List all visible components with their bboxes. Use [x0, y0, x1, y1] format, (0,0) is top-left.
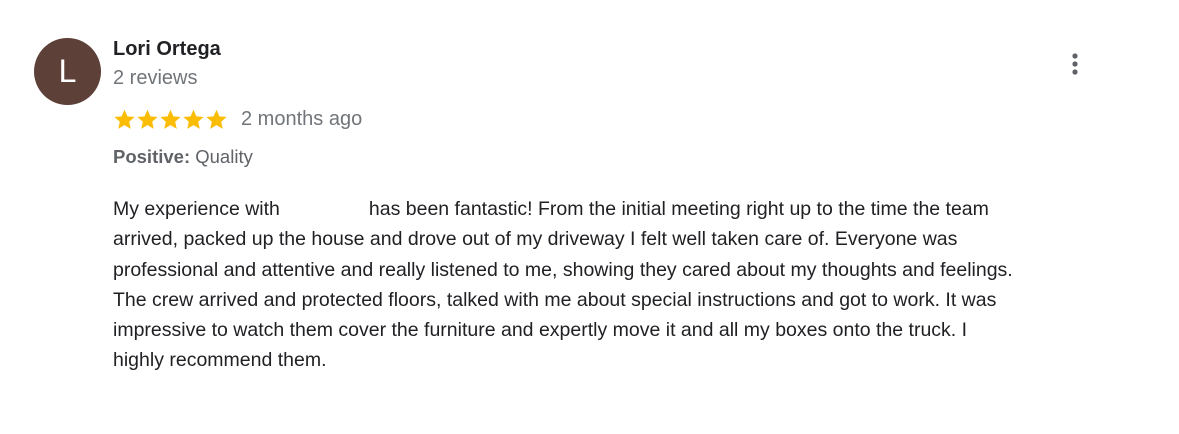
reviewer-name[interactable]: Lori Ortega — [113, 38, 221, 61]
review-line: arrived, packed up the house and drove o… — [113, 228, 958, 251]
attribute-value: Quality — [195, 146, 253, 167]
rating-row: 2 months ago — [113, 104, 362, 134]
star-icon — [205, 108, 228, 131]
star-icon — [113, 108, 136, 131]
review-attributes: Positive: Quality — [113, 146, 253, 168]
review-line: The crew arrived and protected floors, t… — [113, 288, 997, 311]
review-line: impressive to watch them cover the furni… — [113, 319, 968, 342]
star-icon — [159, 108, 182, 131]
attribute-label: Positive: — [113, 146, 191, 167]
review-text: My experience with has been fantastic! Fr… — [113, 194, 1153, 376]
more-options-button[interactable] — [1062, 50, 1088, 80]
review-count[interactable]: 2 reviews — [113, 67, 197, 90]
avatar[interactable]: L — [34, 38, 101, 105]
star-rating — [113, 108, 228, 131]
review-timestamp: 2 months ago — [241, 107, 363, 130]
star-icon — [136, 108, 159, 131]
review-line: highly recommend them. — [113, 349, 327, 372]
review-line-end: has been fantastic! From the initial mee… — [368, 198, 989, 220]
review-line: My experience with has been fantastic! Fr… — [113, 194, 1153, 224]
review-line: professional and attentive and really li… — [113, 258, 1013, 281]
more-vert-icon — [1072, 53, 1078, 75]
avatar-initial: L — [58, 53, 77, 89]
review-line-start: My experience with — [113, 198, 280, 220]
star-icon — [182, 108, 205, 131]
